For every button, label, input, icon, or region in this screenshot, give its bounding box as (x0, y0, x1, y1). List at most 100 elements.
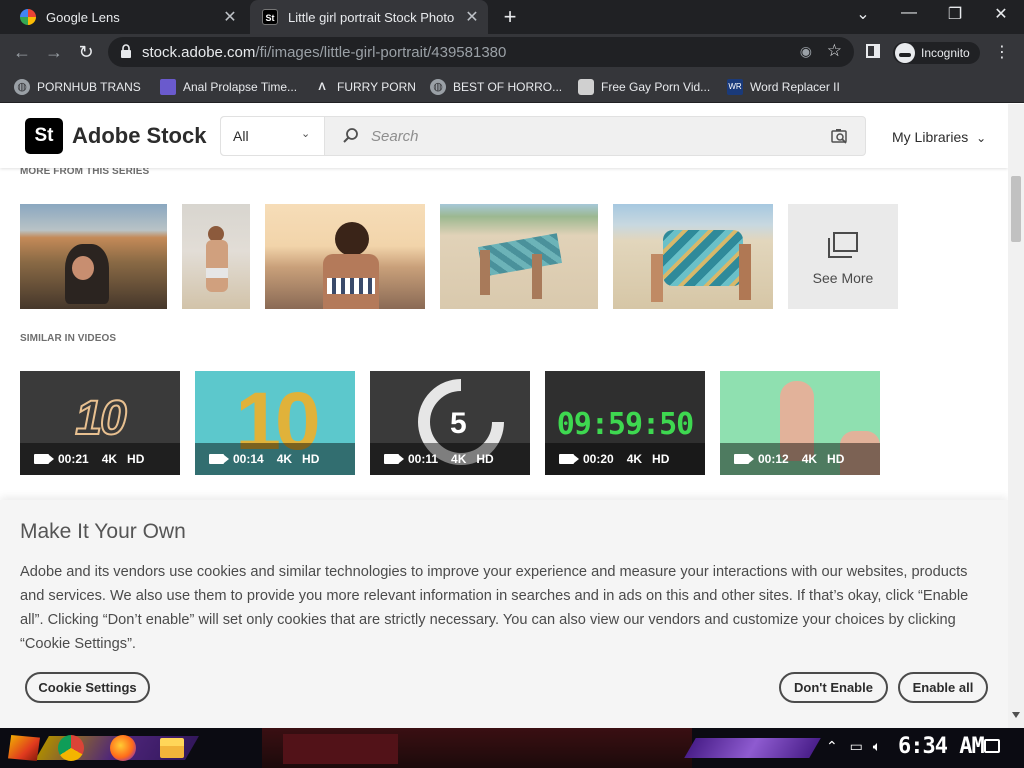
lock-icon (121, 44, 131, 58)
video-overlay-clock: 09:59:50 (556, 407, 695, 442)
video-thumbnail[interactable]: 00:12 4K HD (720, 371, 880, 475)
cookie-consent-banner: Make It Your Own Adobe and its vendors u… (0, 500, 1008, 728)
chrome-icon[interactable] (58, 735, 84, 761)
video-meta: 00:11 4K HD (370, 443, 530, 475)
scrollbar-thumb[interactable] (1011, 176, 1021, 242)
new-tab-icon[interactable]: + (498, 4, 522, 30)
video-meta: 00:20 4K HD (545, 443, 705, 475)
address-bar[interactable]: stock.adobe.com/fi/images/little-girl-po… (108, 37, 854, 67)
video-camera-icon (559, 454, 579, 464)
file-explorer-icon[interactable] (160, 738, 184, 758)
tab-title: Google Lens (46, 9, 120, 25)
bookmark-favicon-icon (160, 79, 176, 95)
bookmark-star-icon[interactable]: ☆ (827, 41, 842, 61)
search-input[interactable] (371, 126, 811, 146)
cookie-settings-button[interactable]: Cookie Settings (25, 672, 150, 703)
search-icon (343, 128, 358, 143)
series-thumbnail[interactable] (20, 204, 167, 309)
stacked-images-icon (828, 232, 858, 258)
bookmark-item[interactable]: WR Word Replacer II (727, 78, 840, 96)
bookmarks-bar: ◍ PORNHUB TRANS Anal Prolapse Time... Λ FU… (0, 70, 1024, 103)
series-thumbnail[interactable] (265, 204, 425, 309)
globe-icon: ◍ (14, 79, 30, 95)
adobe-stock-favicon-icon: St (262, 9, 278, 25)
close-tab-icon[interactable]: ✕ (462, 7, 482, 27)
visual-search-camera-icon[interactable] (831, 128, 848, 144)
browser-toolbar: ← → ↻ stock.adobe.com/fi/images/little-g… (0, 34, 1024, 70)
taskbar-clock[interactable]: 6:34 AM (898, 734, 985, 759)
tab-google-lens[interactable]: Google Lens ✕ (8, 0, 246, 34)
video-camera-icon (34, 454, 54, 464)
page-scrollbar[interactable] (1008, 104, 1024, 728)
close-tab-icon[interactable]: ✕ (220, 7, 240, 27)
url-text: stock.adobe.com/fi/images/little-girl-po… (142, 44, 507, 61)
globe-icon: ◍ (430, 79, 446, 95)
search-bar: All ⌄ (220, 116, 866, 156)
video-meta: 00:14 4K HD (195, 443, 355, 475)
see-more-label: See More (812, 270, 874, 286)
enable-all-button[interactable]: Enable all (898, 672, 988, 703)
video-camera-icon (209, 454, 229, 464)
series-thumbnail[interactable] (182, 204, 250, 309)
windows-taskbar: ⌃ ▭ 🔈︎ 6:34 AM (0, 728, 1024, 768)
forward-arrow-icon[interactable]: → (42, 40, 66, 64)
browser-tab-strip: Google Lens ✕ St Little girl portrait St… (0, 0, 1024, 34)
bookmark-favicon-icon: WR (727, 79, 743, 95)
bookmark-item[interactable]: ◍ BEST OF HORRO... (430, 78, 562, 96)
side-panel-icon[interactable] (866, 44, 880, 58)
bookmark-item[interactable]: Free Gay Porn Vid... (578, 78, 710, 96)
video-meta: 00:21 4K HD (20, 443, 180, 475)
bookmark-item[interactable]: Anal Prolapse Time... (160, 78, 297, 96)
chevron-up-icon[interactable]: ⌃ (826, 738, 838, 754)
eye-slash-icon[interactable]: ◉ (800, 43, 812, 60)
google-lens-icon (20, 9, 36, 25)
video-thumbnail[interactable]: 10 00:14 4K HD (195, 371, 355, 475)
firefox-icon[interactable] (110, 735, 136, 761)
reload-icon[interactable]: ↻ (74, 40, 98, 64)
bookmark-item[interactable]: ◍ PORNHUB TRANS (14, 78, 141, 96)
notifications-icon[interactable] (984, 739, 1000, 753)
taskbar-wallpaper (283, 734, 398, 764)
tab-search-chevron-down-icon[interactable]: ⌄ (848, 4, 878, 24)
cookie-body-text: Adobe and its vendors use cookies and si… (20, 564, 969, 652)
bookmark-favicon-icon (578, 79, 594, 95)
similar-videos-heading: SIMILAR IN VIDEOS (20, 333, 117, 344)
tab-adobe-stock[interactable]: St Little girl portrait Stock Photo ✕ (250, 0, 488, 34)
system-tray[interactable]: ⌃ ▭ 🔈︎ (826, 738, 881, 755)
adobe-stock-logo[interactable]: St (25, 118, 63, 154)
video-thumbnail[interactable]: 09:59:50 00:20 4K HD (545, 371, 705, 475)
video-thumbnail[interactable]: 10 00:21 4K HD (20, 371, 180, 475)
chevron-down-icon: ⌄ (301, 128, 311, 140)
asset-type-dropdown[interactable]: All ⌄ (221, 117, 325, 155)
dont-enable-button[interactable]: Don't Enable (779, 672, 888, 703)
network-icon[interactable]: ▭ (850, 738, 863, 754)
cookie-title: Make It Your Own (20, 520, 186, 543)
minimize-icon[interactable]: — (894, 4, 924, 22)
taskbar-decoration (684, 738, 821, 758)
asset-type-label: All (233, 128, 249, 144)
tab-title: Little girl portrait Stock Photo (288, 9, 455, 25)
video-meta: 00:12 4K HD (720, 443, 880, 475)
my-libraries-menu[interactable]: My Libraries ⌄ (892, 129, 986, 145)
site-header: St Adobe Stock All ⌄ My Libraries ⌄ (0, 104, 1008, 168)
page-content: St Adobe Stock All ⌄ My Libraries ⌄ MOR (0, 104, 1008, 728)
incognito-icon (895, 43, 915, 63)
restore-icon[interactable]: ❐ (940, 4, 970, 24)
incognito-label: Incognito (921, 46, 970, 60)
volume-icon[interactable]: 🔈︎ (873, 738, 881, 754)
series-thumbnail[interactable] (613, 204, 773, 309)
video-thumbnail[interactable]: 5 00:11 4K HD (370, 371, 530, 475)
scroll-down-arrow-icon[interactable] (1012, 712, 1020, 718)
incognito-badge[interactable]: Incognito (893, 42, 980, 64)
bookmark-item[interactable]: Λ FURRY PORN (314, 78, 416, 96)
more-menu-icon[interactable]: ⋮ (994, 42, 1010, 62)
start-button-icon[interactable] (8, 735, 40, 761)
series-thumbnail[interactable] (440, 204, 598, 309)
close-window-icon[interactable]: ✕ (986, 4, 1016, 24)
my-libraries-label: My Libraries (892, 129, 969, 145)
bookmark-favicon-icon: Λ (318, 81, 326, 93)
back-arrow-icon[interactable]: ← (10, 40, 34, 64)
see-more-button[interactable]: See More (788, 204, 898, 309)
brand-name[interactable]: Adobe Stock (72, 123, 206, 149)
video-overlay-number: 10 (74, 391, 127, 446)
